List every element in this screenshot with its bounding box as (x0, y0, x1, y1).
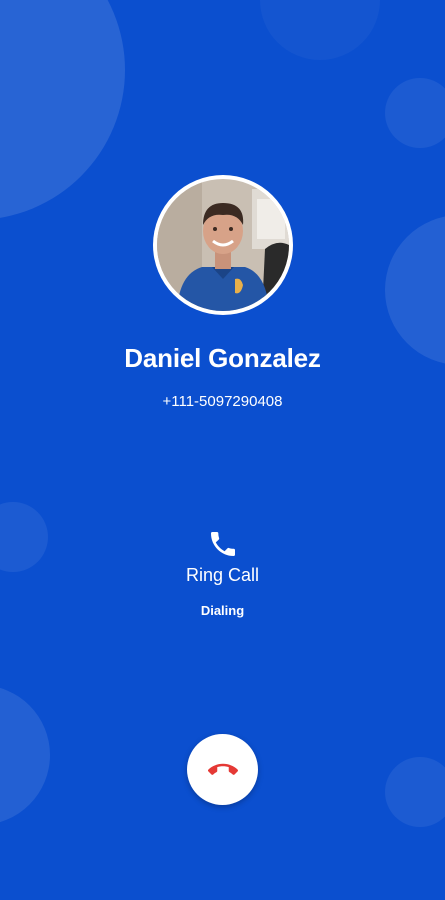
background-bubble (385, 78, 445, 148)
background-bubble (0, 685, 50, 825)
background-bubble (385, 757, 445, 827)
end-call-icon (207, 763, 238, 775)
call-status: Dialing (200, 603, 245, 618)
contact-avatar (153, 175, 293, 315)
phone-icon (207, 528, 239, 560)
end-call-button[interactable] (187, 734, 258, 805)
background-bubble (260, 0, 380, 60)
avatar-photo (157, 179, 289, 311)
background-bubble (0, 502, 48, 572)
call-type-label: Ring Call (185, 565, 260, 585)
contact-number: +111-5097290408 (162, 393, 283, 410)
background-bubble (0, 0, 125, 220)
call-screen: Daniel Gonzalez +111-5097290408 Ring Cal… (0, 0, 445, 900)
contact-name: Daniel Gonzalez (124, 343, 321, 373)
